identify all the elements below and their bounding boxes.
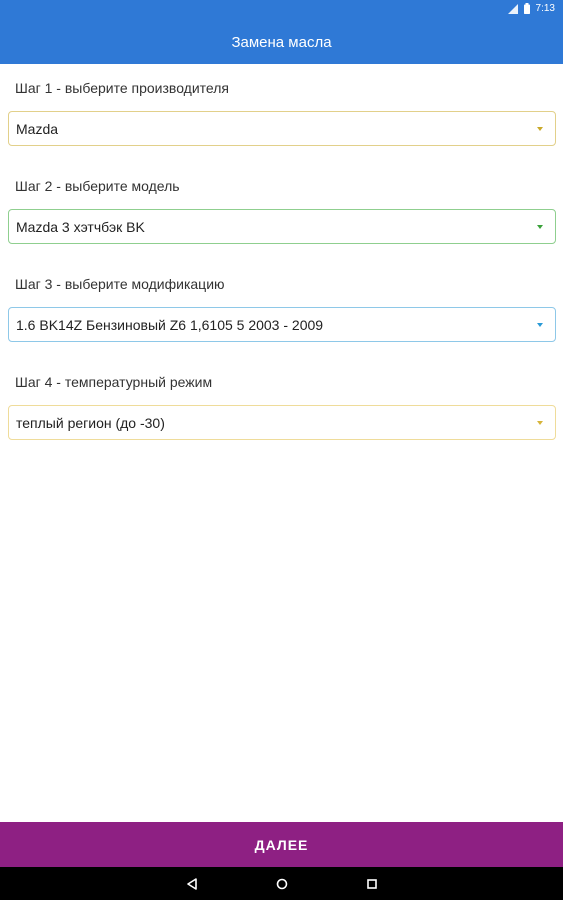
navigation-bar [0,867,563,900]
next-button-label: ДАЛЕЕ [254,836,309,853]
model-select[interactable]: Mazda 3 хэтчбэк BK [8,209,556,244]
battery-icon [523,3,530,14]
step-1-label: Шаг 1 - выберите производителя [15,80,229,96]
step-2-label: Шаг 2 - выберите модель [15,178,180,194]
temperature-select[interactable]: теплый регион (до -30) [8,405,556,440]
chevron-down-icon [537,127,543,131]
chevron-down-icon [537,421,543,425]
manufacturer-value: Mazda [16,120,59,137]
app-bar: Замена масла [0,20,563,64]
next-button[interactable]: ДАЛЕЕ [0,822,563,867]
status-time: 7:13 [535,3,555,14]
step-4-label: Шаг 4 - температурный режим [15,374,213,390]
model-value: Mazda 3 хэтчбэк BK [16,218,145,235]
temperature-value: теплый регион (до -30) [16,414,165,431]
modification-value: 1.6 BK14Z Бензиновый Z6 1,6105 5 2003 - … [16,316,324,333]
recents-icon[interactable] [362,874,382,894]
chevron-down-icon [537,225,543,229]
modification-select[interactable]: 1.6 BK14Z Бензиновый Z6 1,6105 5 2003 - … [8,307,556,342]
manufacturer-select[interactable]: Mazda [8,111,556,146]
step-3-label: Шаг 3 - выберите модификацию [15,276,225,292]
page-title: Замена масла [231,33,332,51]
status-bar: 7:13 [0,0,563,20]
home-icon[interactable] [272,874,292,894]
status-icons: 7:13 [507,3,555,14]
oil-change-screen: 7:13 Замена масла Шаг 1 - выберите произ… [0,0,563,900]
chevron-down-icon [537,323,543,327]
signal-icon [507,3,518,14]
back-icon[interactable] [182,874,202,894]
